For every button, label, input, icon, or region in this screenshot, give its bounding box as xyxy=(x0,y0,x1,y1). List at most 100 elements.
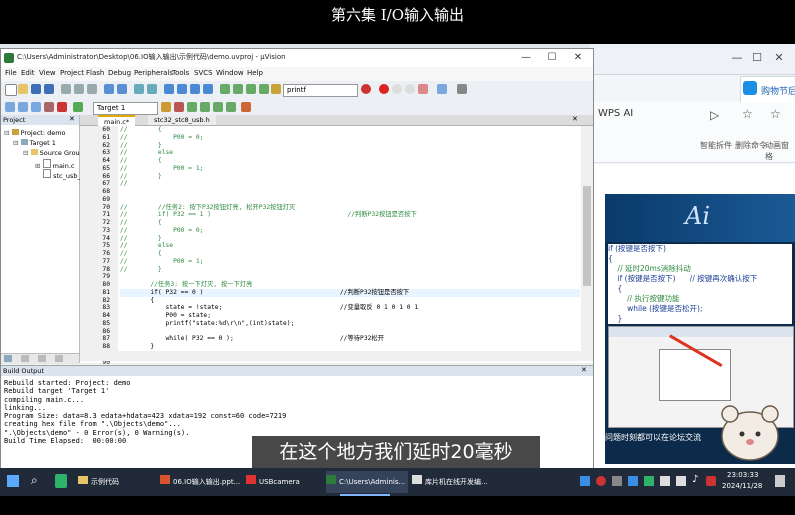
comment-icon[interactable] xyxy=(246,84,256,94)
disable-breakpoint-icon[interactable] xyxy=(392,84,402,94)
redo-icon[interactable] xyxy=(117,84,127,94)
promo-banner[interactable]: 购物节后上 xyxy=(740,76,795,104)
nav-back-icon[interactable] xyxy=(134,84,144,94)
code-line[interactable]: // } xyxy=(120,142,580,150)
menu-help[interactable]: Help xyxy=(247,69,263,77)
rte-icon[interactable] xyxy=(213,102,223,112)
clock-date[interactable]: 2024/11/28 xyxy=(722,482,762,490)
code-line[interactable]: // { xyxy=(120,219,580,227)
menu-tools[interactable]: Tools xyxy=(172,69,189,77)
tree-node-target[interactable]: ⊟ Target 1 xyxy=(13,139,56,147)
star-outline-icon[interactable]: ☆ xyxy=(770,107,781,121)
code-line[interactable]: // { xyxy=(120,250,580,258)
code-line[interactable]: // else xyxy=(120,242,580,250)
task-keil[interactable]: C:\Users\Adminis... xyxy=(326,471,408,493)
stc-icon[interactable] xyxy=(241,102,251,112)
code-editor[interactable]: main.c* stc32_stc8_usb.h ✕ 60 61 62 63 64 65 6… xyxy=(80,115,593,381)
file-extensions-icon[interactable] xyxy=(174,102,184,112)
toolbar-item[interactable]: 删除命令 xyxy=(735,140,767,151)
task-explorer[interactable]: 示例代码 xyxy=(78,471,153,493)
tree-node-project[interactable]: ⊟ Project: demo xyxy=(4,129,66,137)
task-usbcamera[interactable]: USBcamera xyxy=(246,471,321,493)
code-line[interactable]: P00 = state; xyxy=(120,312,580,320)
tab-close-icon[interactable]: ✕ xyxy=(572,115,578,123)
code-line[interactable] xyxy=(120,196,580,204)
code-line[interactable]: printf("state:%d\r\n",(int)state); xyxy=(120,320,580,328)
tray-icon[interactable] xyxy=(676,476,686,486)
bookmark-prev-icon[interactable] xyxy=(177,84,187,94)
code-line[interactable] xyxy=(120,273,580,281)
menu-file[interactable]: File xyxy=(5,69,17,77)
tab-stc32-usb-h[interactable]: stc32_stc8_usb.h xyxy=(148,115,216,125)
menu-project[interactable]: Project xyxy=(60,69,84,77)
code-line[interactable]: } xyxy=(120,343,580,351)
tree-node-source-group[interactable]: ⊟ Source Grou xyxy=(23,149,80,157)
volume-icon[interactable]: ♪ xyxy=(692,474,698,485)
paste-icon[interactable] xyxy=(87,84,97,94)
rebuild-icon[interactable] xyxy=(31,102,41,112)
maximize-icon[interactable]: ☐ xyxy=(750,51,764,65)
code-line[interactable]: //任务3: 按一下灯灭, 按一下灯亮 xyxy=(120,281,580,289)
code-line[interactable]: // } xyxy=(120,235,580,243)
menu-debug[interactable]: Debug xyxy=(108,69,131,77)
tray-icon[interactable] xyxy=(660,476,670,486)
wps-ai-label[interactable]: WPS AI xyxy=(598,108,633,119)
close-icon[interactable]: ✕ xyxy=(772,51,786,65)
pane-close-icon[interactable]: ✕ xyxy=(69,115,75,123)
tray-icon[interactable] xyxy=(644,476,654,486)
breakpoint-icon[interactable] xyxy=(379,84,389,94)
build-icon[interactable] xyxy=(18,102,28,112)
notification-icon[interactable] xyxy=(775,475,785,487)
vertical-scrollbar[interactable] xyxy=(581,126,593,351)
tray-icon[interactable] xyxy=(596,476,606,486)
save-all-icon[interactable] xyxy=(44,84,54,94)
code-line[interactable] xyxy=(120,188,580,196)
minimize-icon[interactable]: — xyxy=(730,51,744,65)
find-combo[interactable]: printf xyxy=(283,84,358,97)
code-line[interactable]: // else xyxy=(120,149,580,157)
code-line[interactable]: // P00 = 1; xyxy=(120,258,580,266)
unindent-icon[interactable] xyxy=(233,84,243,94)
ime-icon[interactable] xyxy=(706,476,716,486)
clock-time[interactable]: 23:03:33 xyxy=(727,471,758,479)
save-icon[interactable] xyxy=(31,84,41,94)
bookmark-clear-icon[interactable] xyxy=(203,84,213,94)
background-app-window[interactable]: — ☐ ✕ 购物节后上 WPS AI ▷ ☆ ☆ 智能拆件 删除命令 动画窗格 … xyxy=(590,44,795,468)
code-line[interactable]: // P00 = 0; xyxy=(120,134,580,142)
window-layout-icon[interactable] xyxy=(437,84,447,94)
keil-window[interactable]: C:\Users\Administrator\Desktop\06.IO输入输出… xyxy=(0,48,594,468)
project-tab-icon[interactable] xyxy=(4,355,12,362)
task-browser[interactable]: 库片机在线开发编... xyxy=(412,471,492,493)
nav-forward-icon[interactable] xyxy=(147,84,157,94)
debug-icon[interactable] xyxy=(361,84,371,94)
copy-icon[interactable] xyxy=(74,84,84,94)
menu-view[interactable]: View xyxy=(39,69,56,77)
target-select[interactable]: Target 1 xyxy=(93,102,158,115)
toolbar-item[interactable]: 智能拆件 xyxy=(700,140,732,151)
close-button[interactable]: ✕ xyxy=(565,51,591,65)
code-line[interactable]: while( P32 == 0 ); //等待P32松开 xyxy=(120,335,580,343)
tree-node-stc-usb[interactable]: stc_usb_ xyxy=(43,169,81,180)
code-line[interactable]: // P00 = 0; xyxy=(120,227,580,235)
pane-close-icon[interactable]: ✕ xyxy=(581,366,587,374)
minimize-button[interactable]: — xyxy=(513,51,539,65)
select-packs-icon[interactable] xyxy=(200,102,210,112)
find-in-files-icon[interactable] xyxy=(271,84,281,94)
open-folder-icon[interactable] xyxy=(18,84,28,94)
start-icon[interactable] xyxy=(7,475,19,487)
translate-icon[interactable] xyxy=(5,102,15,112)
clear-breakpoints-icon[interactable] xyxy=(405,84,415,94)
configure-icon[interactable] xyxy=(457,84,467,94)
kill-breakpoints-icon[interactable] xyxy=(418,84,428,94)
templates-tab-icon[interactable] xyxy=(55,355,63,362)
star-icon[interactable]: ☆ xyxy=(742,107,753,121)
batch-build-icon[interactable] xyxy=(44,102,54,112)
search-icon[interactable]: ⌕ xyxy=(31,473,38,488)
books-tab-icon[interactable] xyxy=(21,355,29,362)
code-area[interactable]: // {// P00 = 0;// }// else// {// P00 = 1… xyxy=(120,126,580,351)
scroll-thumb[interactable] xyxy=(583,186,591,286)
code-line[interactable]: state = !state; //变量取反 0 1 0 1 0 1 xyxy=(120,304,580,312)
code-line[interactable]: // if( P32 == 1 ) //判断P32按钮是否按下 xyxy=(120,211,580,219)
menu-svcs[interactable]: SVCS xyxy=(194,69,213,77)
menu-edit[interactable]: Edit xyxy=(21,69,35,77)
